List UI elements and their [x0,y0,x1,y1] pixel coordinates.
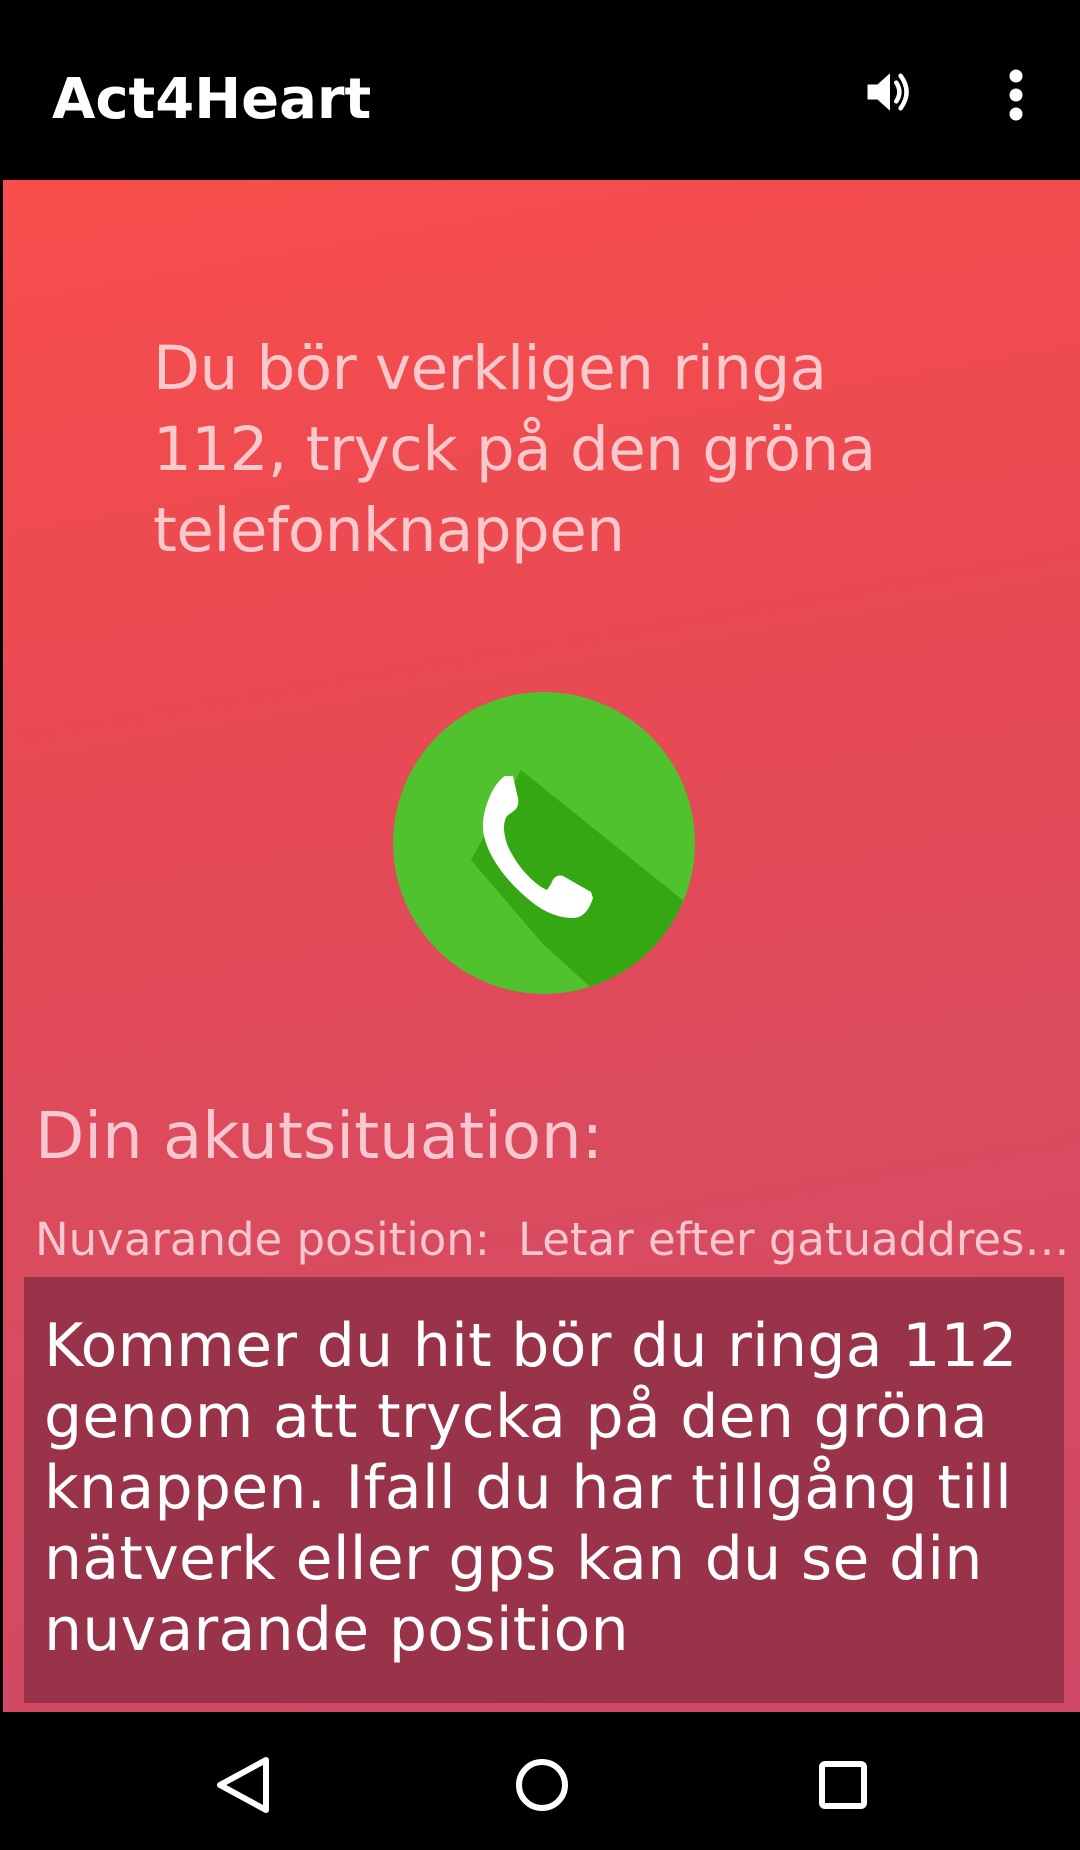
volume-button[interactable] [860,62,920,122]
overflow-menu-button[interactable] [990,62,1042,126]
back-triangle-icon [217,1757,269,1813]
info-panel: Kommer du hit bör du ringa 112 genom att… [24,1277,1064,1703]
info-text: Kommer du hit bör du ringa 112 genom att… [44,1311,1018,1665]
current-position-row: Nuvarande position: Letar efter gatuaddre… [35,1210,1080,1270]
app-title: Act4Heart [52,67,372,132]
app-bar: Act4Heart [0,0,1080,180]
volume-icon [867,73,909,111]
nav-home-button[interactable] [509,1752,575,1818]
position-value: Letar efter gatuaddress... [517,1213,1080,1266]
more-vert-icon [1009,69,1023,121]
navigation-bar [0,1712,1080,1850]
home-circle-icon [516,1759,568,1811]
nav-back-button[interactable] [210,1752,276,1818]
position-label: Nuvarande position: [35,1213,490,1266]
recents-square-icon [819,1761,867,1809]
phone-icon [393,692,695,994]
call-instruction-text: Du bör verkligen ringa 112, tryck på den… [153,333,876,566]
call-112-button[interactable] [393,692,695,994]
nav-recents-button[interactable] [810,1752,876,1818]
emergency-situation-heading: Din akutsituation: [35,1100,604,1174]
main-content: Du bör verkligen ringa 112, tryck på den… [3,180,1080,1712]
